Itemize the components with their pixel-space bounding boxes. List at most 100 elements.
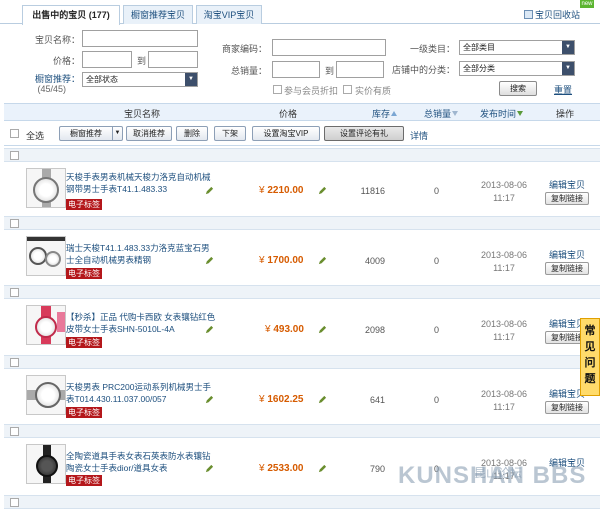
price-symbol: ¥	[259, 463, 265, 474]
showcase-button-label: 橱窗推荐	[70, 129, 102, 138]
category1-label: 一级类目：	[409, 44, 455, 54]
pencil-icon[interactable]	[205, 256, 214, 265]
product-title[interactable]: 【秒杀】正品 代购卡西欧 女表镶钻红色皮带女士手表SHN-5010L-4A	[66, 311, 216, 335]
showcase-select[interactable]: 全部状态 ▼	[82, 72, 198, 87]
product-sold: 0	[434, 325, 440, 335]
sales-label: 总销量：	[230, 66, 267, 76]
table-header: 宝贝名称 价格 库存 总销量 发布时间 操作	[4, 103, 600, 121]
cancel-recommend-button[interactable]: 取消推荐	[126, 126, 172, 141]
row-checkbox[interactable]	[10, 498, 19, 507]
showcase-button[interactable]: 橱窗推荐 ▼	[59, 126, 123, 141]
row-group-header	[4, 355, 600, 369]
shop-category-select[interactable]: 全部分类 ▼	[459, 61, 575, 76]
row-checkbox[interactable]	[10, 219, 19, 228]
delist-button[interactable]: 下架	[214, 126, 246, 141]
pencil-icon[interactable]	[318, 186, 327, 195]
product-thumbnail[interactable]	[26, 168, 66, 208]
faq-side-panel[interactable]: 常见问题	[580, 318, 600, 396]
recycle-bin-link[interactable]: 宝贝回收站	[523, 8, 580, 21]
chevron-down-icon: ▼	[562, 41, 574, 54]
product-thumbnail[interactable]	[26, 375, 66, 415]
edit-product-link[interactable]: 编辑宝贝	[549, 248, 585, 261]
product-title[interactable]: 天梭手表男表机械天梭力洛克自动机械钢带男士手表T41.1.483.33	[66, 171, 216, 195]
watermark-cn: 昆山论坛	[474, 466, 523, 480]
bulk-toolbar: 全选 橱窗推荐 ▼ 取消推荐 删除 下架 设置淘宝VIP 设置评论有礼 详情	[4, 122, 600, 146]
product-sold: 0	[434, 395, 440, 405]
category1-select-value: 全部类目	[463, 43, 495, 52]
chevron-down-icon: ▼	[562, 62, 574, 75]
tab-showcase[interactable]: 橱窗推荐宝贝	[123, 5, 193, 24]
row-checkbox[interactable]	[10, 151, 19, 160]
price-max-input[interactable]	[148, 51, 198, 68]
product-title[interactable]: 瑞士天梭T41.1.483.33力洛克蓝宝石男士全自动机械男表精钢	[66, 242, 216, 266]
details-link[interactable]: 详情	[410, 129, 428, 142]
row-checkbox[interactable]	[10, 427, 19, 436]
product-date-time: 11:17	[493, 402, 515, 412]
product-date: 2013-08-06 11:17	[478, 388, 530, 414]
pencil-icon[interactable]	[318, 395, 327, 404]
shop-category-select-value: 全部分类	[463, 64, 495, 73]
table-row: 天梭男表 PRC200运动系列机械男士手表T014.430.11.037.00/…	[4, 371, 600, 423]
pencil-icon[interactable]	[318, 256, 327, 265]
row-checkbox[interactable]	[10, 288, 19, 297]
delete-button[interactable]: 删除	[176, 126, 208, 141]
col-price: 价格	[279, 109, 298, 119]
sales-min-input[interactable]	[272, 61, 320, 78]
price-symbol: ¥	[259, 185, 265, 196]
product-stock: 641	[369, 395, 385, 405]
price-value: 1602.25	[267, 394, 304, 405]
row-group-header	[4, 495, 600, 509]
category1-select[interactable]: 全部类目 ▼	[459, 40, 575, 55]
price-label: 价格：	[52, 56, 80, 66]
row-group-header	[4, 148, 600, 162]
price-to-label: 到	[136, 56, 146, 66]
product-date: 2013-08-06 11:17	[478, 179, 530, 205]
product-price: ¥ 1700.00	[259, 255, 304, 266]
pencil-icon[interactable]	[205, 464, 214, 473]
product-price: ¥ 2210.00	[259, 185, 304, 196]
showcase-select-value: 全部状态	[86, 75, 118, 84]
select-all-label: 全选	[26, 131, 45, 141]
code-input[interactable]	[272, 39, 386, 56]
pencil-icon[interactable]	[205, 186, 214, 195]
real-pay-checkbox[interactable]	[343, 85, 352, 94]
search-button[interactable]: 搜索	[499, 81, 537, 96]
row-group-header	[4, 285, 600, 299]
shop-category-label: 店铺中的分类：	[391, 65, 455, 75]
price-value: 2533.00	[267, 463, 304, 474]
name-input[interactable]	[82, 30, 198, 47]
member-discount-label: 参与会员折扣	[284, 86, 339, 96]
product-thumbnail[interactable]	[26, 444, 66, 484]
col-time-sort[interactable]: 发布时间	[480, 107, 524, 120]
product-date-time: 11:17	[493, 263, 515, 273]
copy-link-button[interactable]: 复制链接	[545, 262, 589, 275]
pencil-icon[interactable]	[205, 395, 214, 404]
price-min-input[interactable]	[82, 51, 132, 68]
product-tag: 电子标签	[66, 199, 102, 210]
pencil-icon[interactable]	[318, 464, 327, 473]
row-checkbox[interactable]	[10, 358, 19, 367]
product-title[interactable]: 天梭男表 PRC200运动系列机械男士手表T014.430.11.037.00/…	[66, 381, 216, 405]
chevron-down-icon: ▼	[112, 127, 122, 140]
tab-on-sale[interactable]: 出售中的宝贝 (177)	[22, 5, 120, 25]
product-thumbnail[interactable]	[26, 236, 66, 276]
copy-link-button[interactable]: 复制链接	[545, 401, 589, 414]
tab-vip[interactable]: 淘宝VIP宝贝	[196, 5, 262, 24]
product-thumbnail[interactable]	[26, 305, 66, 345]
reset-link[interactable]: 重置	[554, 83, 572, 96]
copy-link-button[interactable]: 复制链接	[545, 192, 589, 205]
set-review-gift-button[interactable]: 设置评论有礼	[324, 126, 404, 141]
sales-to-label: 到	[324, 66, 334, 76]
col-sales-sort[interactable]: 总销量	[424, 107, 459, 120]
pencil-icon[interactable]	[318, 325, 327, 334]
member-discount-checkbox[interactable]	[273, 85, 282, 94]
price-value: 493.00	[273, 324, 304, 335]
edit-product-link[interactable]: 编辑宝贝	[549, 178, 585, 191]
pencil-icon[interactable]	[205, 325, 214, 334]
col-stock-sort[interactable]: 库存	[372, 107, 398, 120]
product-title[interactable]: 全陶瓷道具手表女表石英表防水表镶钻陶瓷女士手表dior/道具女表	[66, 450, 216, 474]
set-vip-button[interactable]: 设置淘宝VIP	[252, 126, 320, 141]
sales-max-input[interactable]	[336, 61, 384, 78]
select-all-checkbox[interactable]	[10, 129, 19, 138]
new-badge: new	[580, 0, 594, 8]
